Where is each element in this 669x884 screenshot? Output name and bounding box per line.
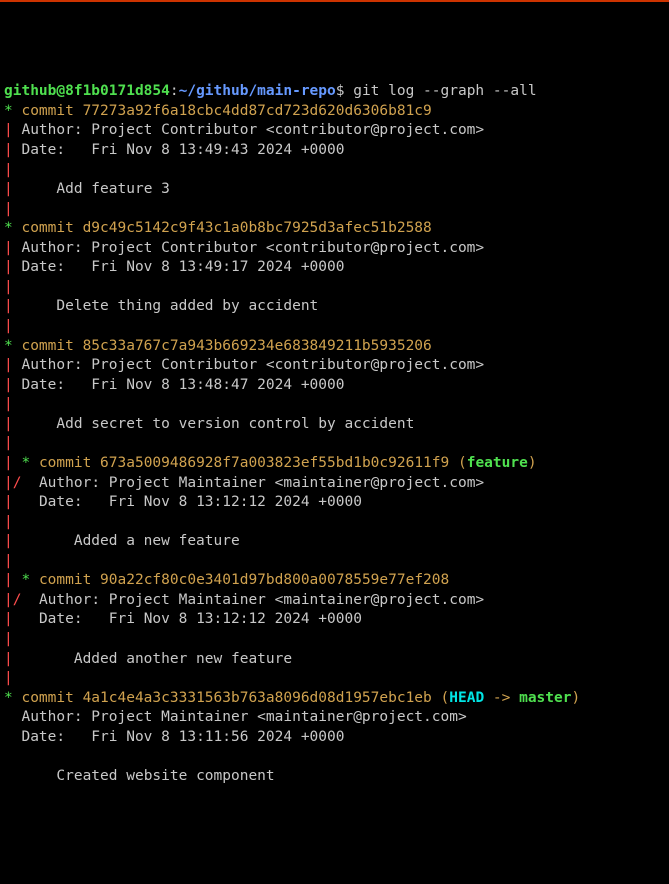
author-line: |/ Author: Project Maintainer <maintaine… (4, 591, 665, 611)
commit-line: * commit 4a1c4e4a3c3331563b763a8096d08d1… (4, 689, 665, 709)
commit-line: | * commit 673a5009486928f7a003823ef55bd… (4, 454, 665, 474)
blank-line (4, 747, 665, 767)
author-line: |/ Author: Project Maintainer <maintaine… (4, 474, 665, 494)
author-line: | Author: Project Contributor <contribut… (4, 356, 665, 376)
terminal-output: github@8f1b0171d854:~/github/main-repo$ … (4, 82, 665, 786)
commit-line: * commit 77273a92f6a18cbc4dd87cd723d620d… (4, 102, 665, 122)
blank-line: | (4, 513, 665, 533)
message-line: Created website component (4, 767, 665, 787)
commit-line: * commit 85c33a767c7a943b669234e68384921… (4, 337, 665, 357)
blank-line: | (4, 395, 665, 415)
message-line: | Added another new feature (4, 650, 665, 670)
commit-line: | * commit 90a22cf80c0e3401d97bd800a0078… (4, 571, 665, 591)
date-line: | Date: Fri Nov 8 13:12:12 2024 +0000 (4, 610, 665, 630)
date-line: | Date: Fri Nov 8 13:48:47 2024 +0000 (4, 376, 665, 396)
date-line: Date: Fri Nov 8 13:11:56 2024 +0000 (4, 728, 665, 748)
blank-line: | (4, 630, 665, 650)
date-line: | Date: Fri Nov 8 13:12:12 2024 +0000 (4, 493, 665, 513)
blank-line: | (4, 317, 665, 337)
blank-line: | (4, 200, 665, 220)
author-line: | Author: Project Contributor <contribut… (4, 121, 665, 141)
message-line: | Delete thing added by accident (4, 297, 665, 317)
date-line: | Date: Fri Nov 8 13:49:17 2024 +0000 (4, 258, 665, 278)
date-line: | Date: Fri Nov 8 13:49:43 2024 +0000 (4, 141, 665, 161)
commit-line: * commit d9c49c5142c9f43c1a0b8bc7925d3af… (4, 219, 665, 239)
author-line: | Author: Project Contributor <contribut… (4, 239, 665, 259)
blank-line: | (4, 161, 665, 181)
blank-line: | (4, 278, 665, 298)
blank-line: | (4, 552, 665, 572)
author-line: Author: Project Maintainer <maintainer@p… (4, 708, 665, 728)
message-line: | Add secret to version control by accid… (4, 415, 665, 435)
message-line: | Added a new feature (4, 532, 665, 552)
blank-line: | (4, 669, 665, 689)
blank-line: | (4, 434, 665, 454)
shell-prompt[interactable]: github@8f1b0171d854:~/github/main-repo$ … (4, 82, 665, 102)
message-line: | Add feature 3 (4, 180, 665, 200)
